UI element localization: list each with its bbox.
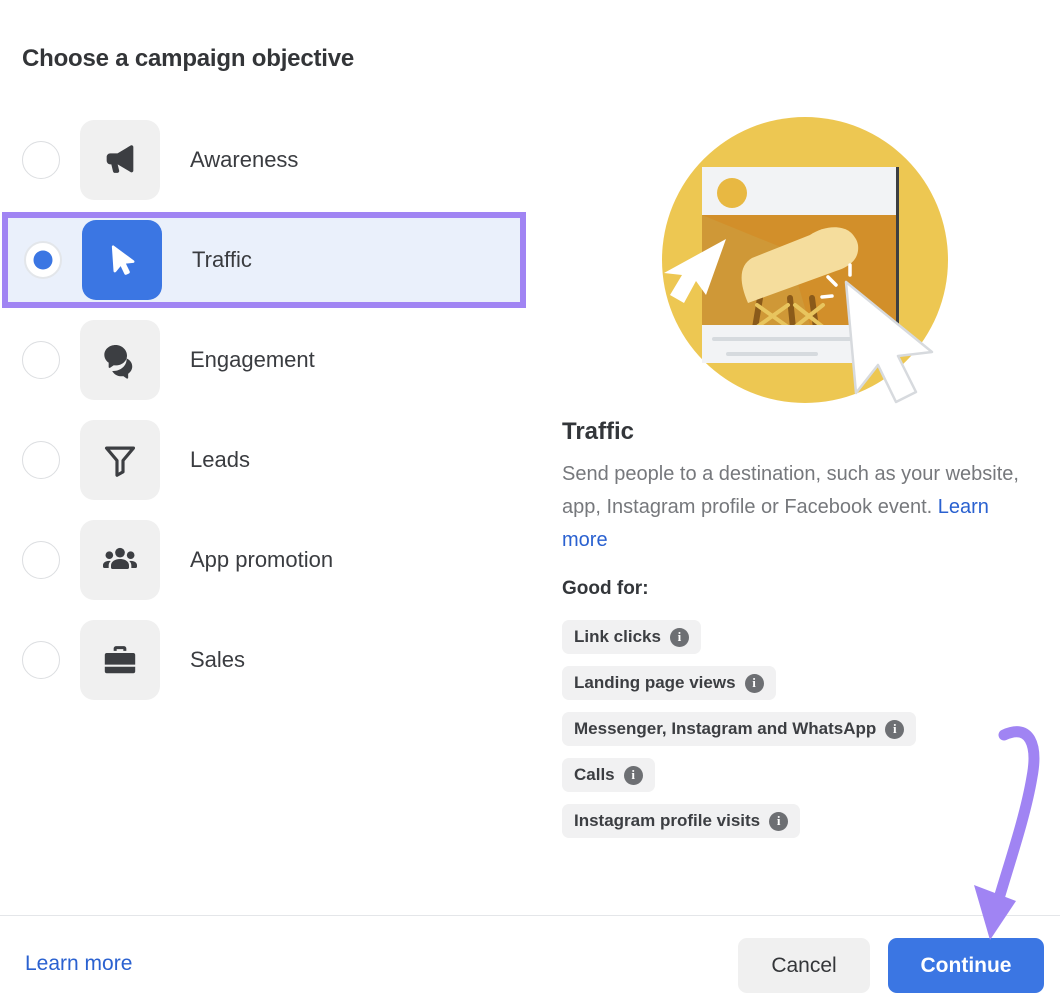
continue-button[interactable]: Continue	[888, 938, 1044, 993]
tag-label: Messenger, Instagram and WhatsApp	[574, 719, 877, 738]
objective-row-app-promotion[interactable]: App promotion	[0, 510, 540, 610]
tag-messenger-instagram-whatsapp: Messenger, Instagram and WhatsApp i	[562, 712, 917, 746]
info-icon[interactable]: i	[885, 719, 905, 739]
traffic-chair-ad-illustration	[660, 115, 950, 405]
objective-row-engagement[interactable]: Engagement	[0, 310, 540, 410]
objective-label: Engagement	[190, 347, 315, 372]
tag-link-clicks: Link clicks i	[562, 620, 701, 654]
radio-leads[interactable]	[22, 441, 60, 479]
campaign-objective-dialog: Choose a campaign objective Awareness Tr…	[0, 0, 1060, 1008]
info-icon[interactable]: i	[623, 765, 643, 785]
megaphone-icon	[80, 120, 160, 200]
chat-bubbles-icon	[80, 320, 160, 400]
tag-label: Calls	[574, 765, 615, 784]
footer-divider	[0, 915, 1060, 916]
good-for-tag-list: Link clicks i Landing page views i Messe…	[562, 620, 917, 838]
cursor-arrow-icon	[82, 220, 162, 300]
detail-title: Traffic	[562, 418, 635, 445]
radio-engagement[interactable]	[22, 341, 60, 379]
objective-row-awareness[interactable]: Awareness	[0, 110, 540, 210]
objective-row-leads[interactable]: Leads	[0, 410, 540, 510]
tag-calls: Calls i	[562, 758, 655, 792]
tag-label: Instagram profile visits	[574, 811, 761, 830]
tag-label: Link clicks	[574, 627, 661, 646]
objective-label: Traffic	[192, 247, 252, 272]
tag-landing-page-views: Landing page views i	[562, 666, 776, 700]
info-icon[interactable]: i	[769, 811, 789, 831]
briefcase-icon	[80, 620, 160, 700]
objective-label: Sales	[190, 647, 246, 672]
objective-label: App promotion	[190, 547, 334, 572]
people-group-icon	[80, 520, 160, 600]
detail-description: Send people to a destination, such as yo…	[562, 458, 1038, 557]
good-for-label: Good for:	[562, 578, 649, 599]
objective-row-traffic[interactable]: Traffic	[0, 210, 528, 310]
tag-label: Landing page views	[574, 673, 736, 692]
info-icon[interactable]: i	[669, 627, 689, 647]
funnel-icon	[80, 420, 160, 500]
objective-list: Awareness Traffic Engagement Leads App p…	[0, 110, 540, 710]
radio-traffic[interactable]	[24, 241, 62, 279]
radio-awareness[interactable]	[22, 141, 60, 179]
radio-sales[interactable]	[22, 641, 60, 679]
objective-label: Awareness	[190, 147, 299, 172]
cancel-button[interactable]: Cancel	[738, 938, 870, 993]
curved-arrow-annotation	[960, 715, 1060, 955]
footer-learn-more-link[interactable]: Learn more	[25, 952, 132, 976]
tag-instagram-profile-visits: Instagram profile visits i	[562, 804, 801, 838]
info-icon[interactable]: i	[744, 673, 764, 693]
objective-row-sales[interactable]: Sales	[0, 610, 540, 710]
radio-app-promotion[interactable]	[22, 541, 60, 579]
objective-label: Leads	[190, 447, 250, 472]
page-title: Choose a campaign objective	[22, 45, 355, 72]
